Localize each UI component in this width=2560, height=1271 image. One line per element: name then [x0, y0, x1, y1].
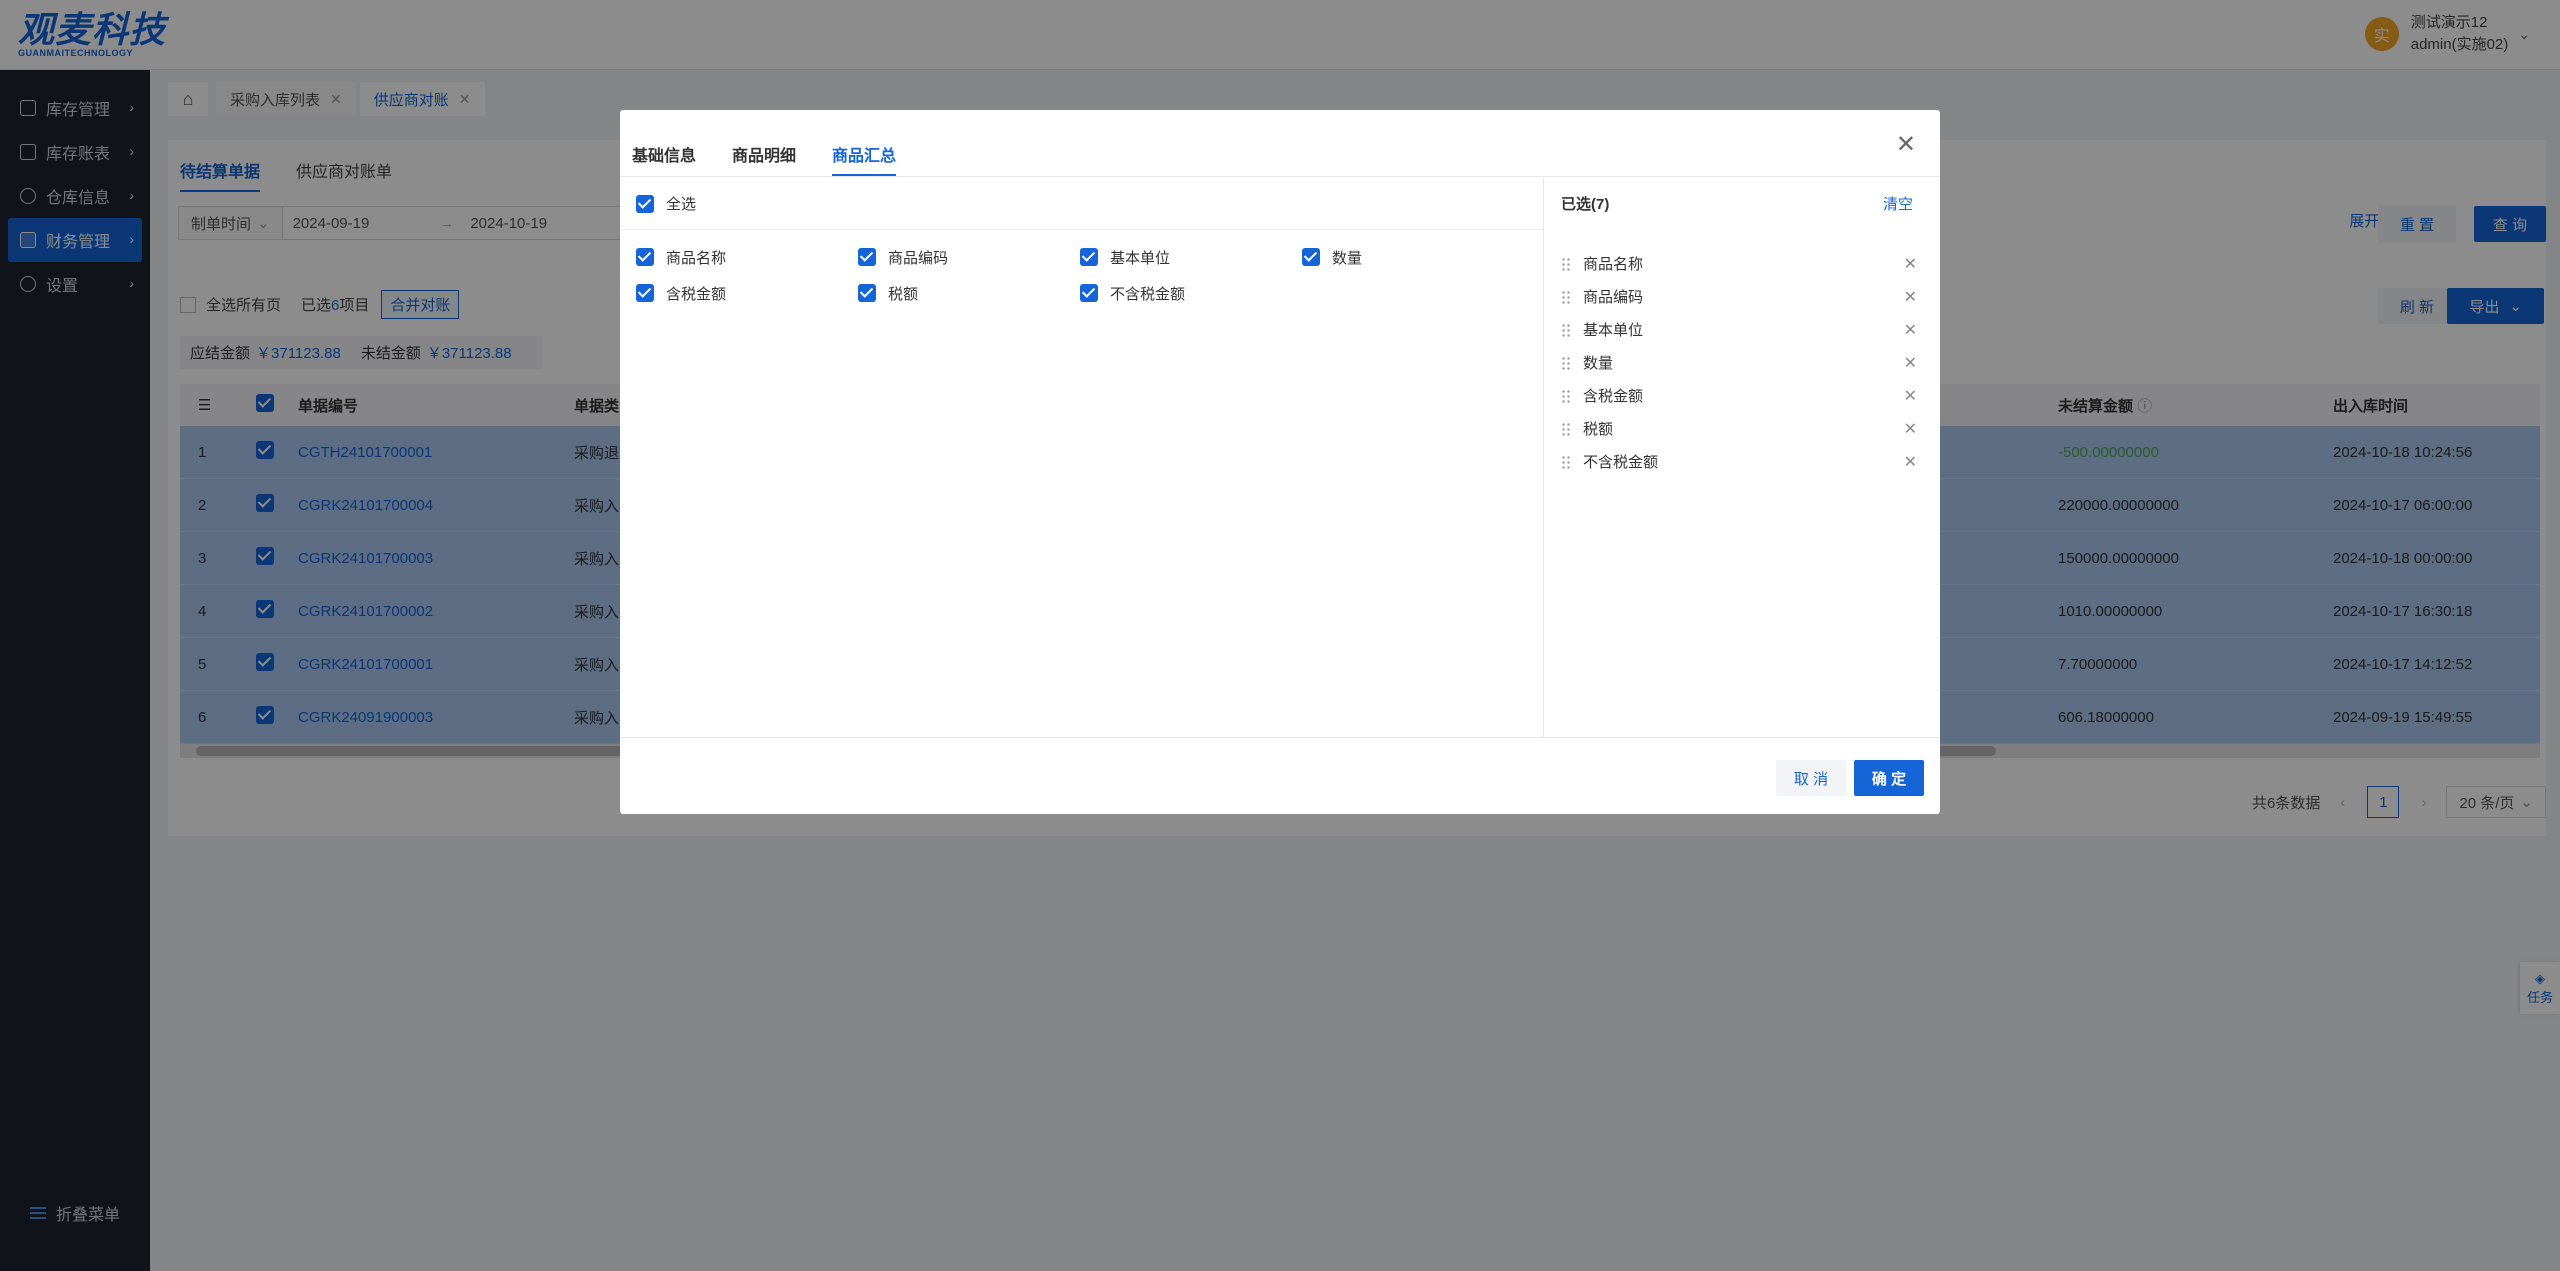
option-checkbox[interactable]: 不含税金额	[1080, 283, 1302, 303]
option-label: 数量	[1332, 249, 1363, 267]
close-icon[interactable]: ✕	[1904, 254, 1917, 274]
selected-title: 已选(7)	[1561, 196, 1610, 213]
drag-handle-icon[interactable]	[1561, 421, 1571, 436]
drag-handle-icon[interactable]	[1561, 355, 1571, 370]
field-option-grid: 商品名称 商品编码 基本单位 数量 含税金额 税额 不含税金额	[636, 247, 1524, 303]
select-all-checkbox[interactable]: 全选	[636, 193, 696, 214]
close-icon[interactable]: ✕	[1904, 386, 1917, 406]
checkbox[interactable]	[636, 194, 654, 213]
selected-field-item[interactable]: 不含税金额 ✕	[1561, 445, 1921, 478]
select-all-label: 全选	[666, 196, 697, 213]
selected-field-list: 商品名称 ✕ 商品编码 ✕ 基本单位 ✕ 数量 ✕ 含税金额 ✕ 税额 ✕ 不含税金额 ✕	[1561, 247, 1921, 478]
selected-field-item[interactable]: 税额 ✕	[1561, 412, 1921, 445]
option-label: 含税金额	[666, 285, 727, 303]
close-icon[interactable]: ✕	[1904, 320, 1917, 340]
selected-field-label: 商品名称	[1583, 256, 1644, 273]
selected-field-label: 数量	[1583, 355, 1614, 372]
option-checkbox[interactable]: 基本单位	[1080, 247, 1302, 267]
option-label: 税额	[888, 285, 919, 303]
checkbox[interactable]	[1080, 284, 1098, 302]
selected-fields-pane: 已选(7) 清空 商品名称 ✕ 商品编码 ✕ 基本单位 ✕ 数量 ✕ 含税金额 ✕ 税额 ✕…	[1545, 177, 1940, 737]
export-fields-modal: 基础信息 商品明细 商品汇总 ✕ 全选 商品名称 商品编码 基本单位 数量 含税…	[620, 110, 1940, 814]
checkbox[interactable]	[1080, 248, 1098, 266]
option-label: 基本单位	[1110, 249, 1171, 267]
selected-field-label: 税额	[1583, 421, 1614, 438]
drag-handle-icon[interactable]	[1561, 256, 1571, 271]
divider	[620, 737, 1940, 738]
clear-button[interactable]: 清空	[1883, 193, 1913, 214]
option-label: 不含税金额	[1110, 285, 1186, 303]
cancel-button[interactable]: 取 消	[1776, 760, 1846, 796]
option-checkbox[interactable]: 商品名称	[636, 247, 858, 267]
selected-field-item[interactable]: 数量 ✕	[1561, 346, 1921, 379]
option-label: 商品名称	[666, 249, 727, 267]
selected-field-item[interactable]: 商品编码 ✕	[1561, 280, 1921, 313]
option-checkbox[interactable]: 含税金额	[636, 283, 858, 303]
drag-handle-icon[interactable]	[1561, 289, 1571, 304]
checkbox[interactable]	[858, 284, 876, 302]
drag-handle-icon[interactable]	[1561, 454, 1571, 469]
selected-field-label: 商品编码	[1583, 289, 1644, 306]
drag-handle-icon[interactable]	[1561, 322, 1571, 337]
selected-field-item[interactable]: 商品名称 ✕	[1561, 247, 1921, 280]
tab-basic-info[interactable]: 基础信息	[632, 110, 696, 176]
close-icon[interactable]: ✕	[1896, 130, 1916, 159]
selected-field-label: 含税金额	[1583, 388, 1644, 405]
checkbox[interactable]	[1302, 248, 1320, 266]
selected-field-label: 基本单位	[1583, 322, 1644, 339]
option-checkbox[interactable]: 数量	[1302, 247, 1524, 267]
option-checkbox[interactable]: 税额	[858, 283, 1080, 303]
close-icon[interactable]: ✕	[1904, 353, 1917, 373]
close-icon[interactable]: ✕	[1904, 452, 1917, 472]
option-checkbox[interactable]: 商品编码	[858, 247, 1080, 267]
drag-handle-icon[interactable]	[1561, 388, 1571, 403]
checkbox[interactable]	[636, 248, 654, 266]
confirm-button[interactable]: 确 定	[1854, 760, 1924, 796]
selected-field-label: 不含税金额	[1583, 454, 1659, 471]
close-icon[interactable]: ✕	[1904, 287, 1917, 307]
selected-field-item[interactable]: 含税金额 ✕	[1561, 379, 1921, 412]
divider	[620, 229, 1544, 230]
close-icon[interactable]: ✕	[1904, 419, 1917, 439]
tab-product-detail[interactable]: 商品明细	[732, 110, 796, 176]
tab-product-summary[interactable]: 商品汇总	[832, 110, 897, 176]
selected-field-item[interactable]: 基本单位 ✕	[1561, 313, 1921, 346]
field-options-pane: 全选 商品名称 商品编码 基本单位 数量 含税金额 税额 不含税金额	[620, 177, 1544, 737]
option-label: 商品编码	[888, 249, 949, 267]
checkbox[interactable]	[858, 248, 876, 266]
checkbox[interactable]	[636, 284, 654, 302]
